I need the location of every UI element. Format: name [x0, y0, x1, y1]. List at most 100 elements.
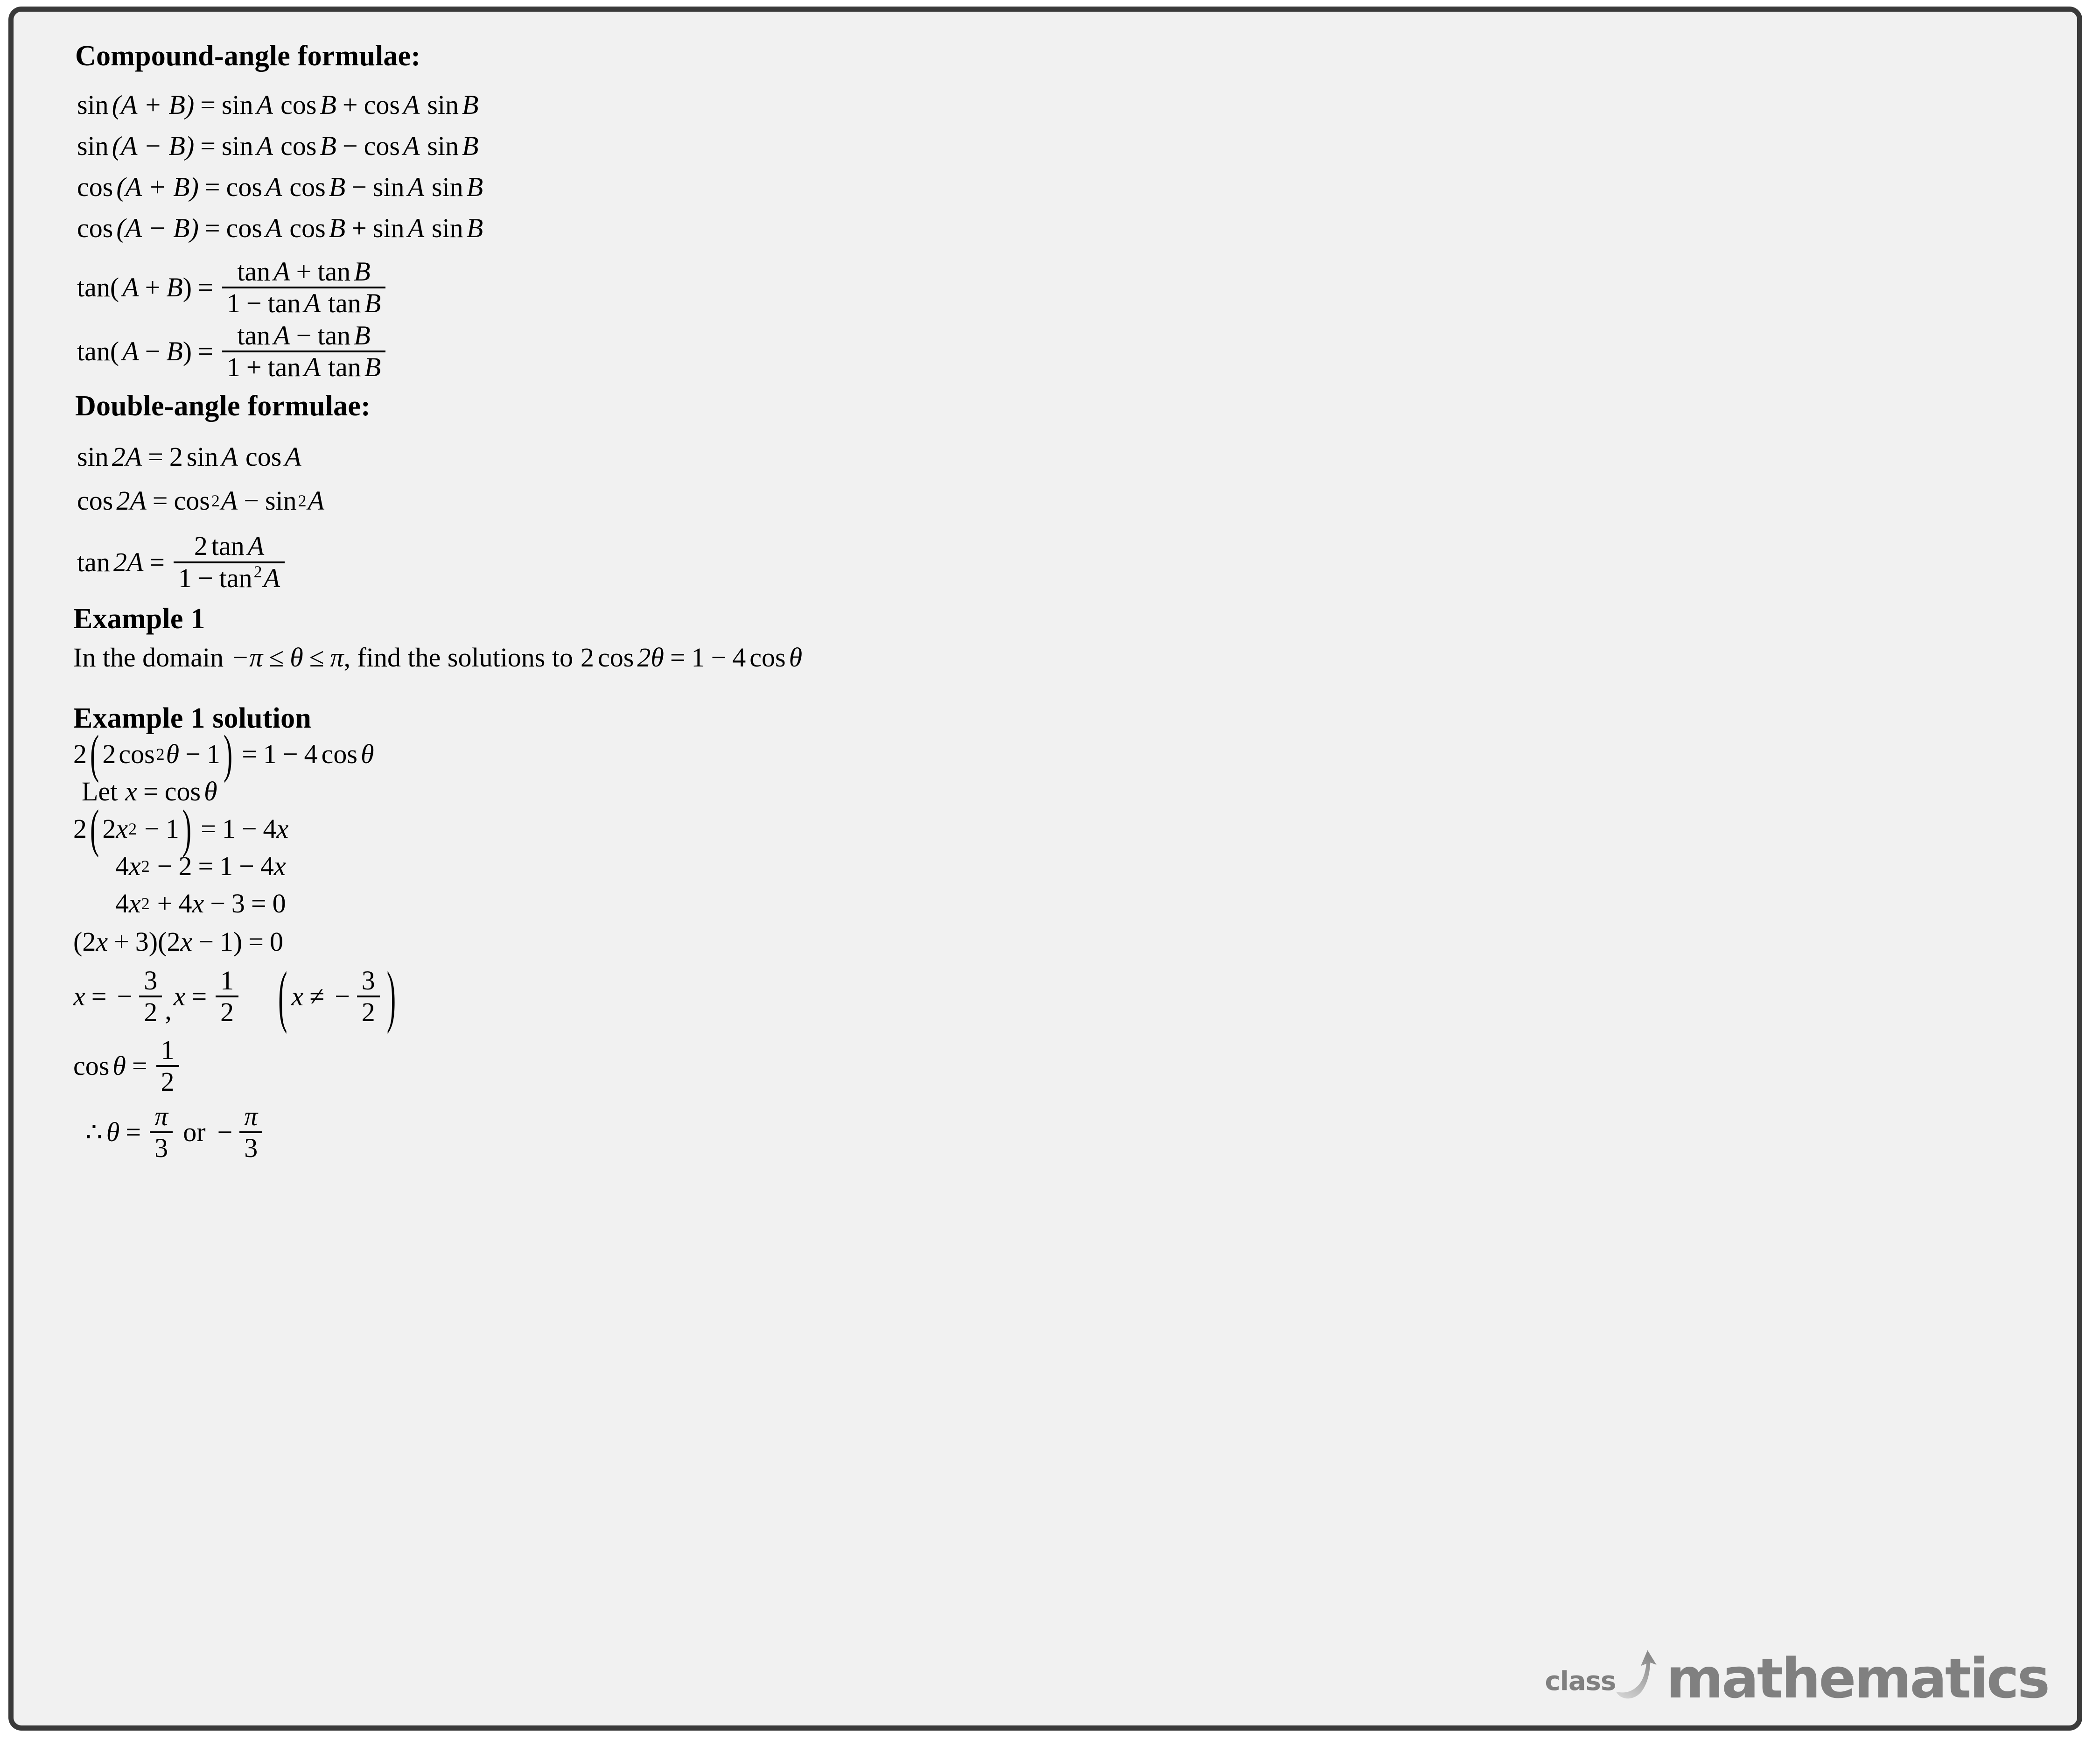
sign-1: +	[157, 888, 173, 919]
den-sign: −	[246, 288, 262, 319]
domain-lower: −π	[231, 642, 263, 673]
numerator: 1	[161, 1034, 175, 1065]
rhs-fn2: sin	[265, 485, 297, 516]
eq-equals: =	[670, 642, 686, 673]
formula-sin-a-minus-b: sin (A − B) = sin A cos B − cos A sin B	[77, 131, 479, 161]
eq-minus: −	[711, 642, 727, 673]
logo-class-text: class	[1545, 1666, 1617, 1697]
denominator: 2	[220, 997, 234, 1028]
rhs-coef: 4	[260, 850, 274, 881]
inner-sign: −	[185, 738, 201, 769]
denominator: 2	[361, 997, 375, 1028]
tan2a-fraction: 2 tan A 1− tan2A	[174, 532, 285, 592]
rhs-sign: −	[241, 813, 257, 844]
zero: 0	[272, 888, 286, 919]
negative-sign: −	[117, 981, 133, 1012]
inner-coefficient: 2	[102, 813, 116, 844]
sign: −	[157, 850, 173, 881]
rhs-sign: −	[342, 131, 358, 161]
variable: x	[129, 850, 141, 881]
eq-fn2: cos	[749, 642, 786, 673]
theta-var: θ	[106, 1117, 120, 1148]
rhs-fn1: cos	[174, 485, 210, 516]
domain-upper: π	[330, 642, 344, 673]
rhs-fn1: cos	[226, 172, 262, 202]
answer-1-fraction: π 3	[150, 1102, 173, 1163]
eq-coef2: 4	[732, 642, 746, 673]
solution-step-9: ∴ θ = π 3 or − π 3	[85, 1102, 2049, 1163]
rhs-one: 1	[219, 850, 233, 881]
num-sign: −	[296, 320, 312, 351]
coefficient: 4	[115, 888, 129, 919]
fraction-numerator: 2 tan A	[189, 532, 269, 561]
equals: =	[91, 981, 107, 1012]
rhs-fn2: cos	[280, 131, 317, 161]
domain-rel1: ≤	[269, 642, 284, 673]
rhs-arg4: B	[466, 172, 483, 202]
coefficient-2: 4	[178, 888, 192, 919]
rhs-sign: −	[282, 738, 298, 769]
fraction-numerator: tan A − tan B	[237, 320, 371, 351]
rhs-coef: 4	[304, 738, 318, 769]
outer-coefficient: 2	[73, 738, 87, 769]
fraction-denominator: 1 + tan Atan B	[226, 351, 381, 382]
open-paren: (	[90, 799, 99, 858]
question-prefix: In the domain	[73, 642, 224, 673]
formula-tan-a-minus-b: tan(A − B) = tan A − tan B 1 + tan Atan B	[77, 320, 2049, 382]
rhs-fn2: cos	[289, 172, 326, 202]
rhs-arg2: A	[308, 485, 325, 516]
not-equal-sign: ≠	[309, 981, 325, 1012]
rhs-arg4: B	[466, 213, 483, 243]
solution-steps: 2 ( 2 cos 2 θ − 1 ) = 1 − 4 cos θ Let x =	[73, 727, 2049, 1163]
equals: =	[251, 888, 266, 919]
rhs-fn4: sin	[432, 213, 463, 243]
rhs-sign: −	[351, 172, 367, 202]
double-angle-heading: Double-angle formulae:	[75, 390, 371, 422]
rhs-sign: −	[244, 485, 259, 516]
let-arg: θ	[204, 776, 217, 806]
sin-label: sin	[77, 131, 109, 161]
rhs-arg2: A	[285, 442, 301, 472]
rhs-arg1: A	[256, 131, 273, 161]
factor1-const: 3	[135, 926, 149, 957]
rhs-fn1: sin	[221, 131, 253, 161]
tan-lhs-text: A	[122, 272, 139, 303]
example-heading: Example 1	[73, 603, 205, 635]
num-arg: A	[247, 531, 265, 561]
formula-tan-a-plus-b: tan(A + B) = tan A + tan B 1− tan Atan B	[77, 256, 2049, 319]
sin-args: (A + B)	[112, 90, 195, 120]
inner-const: 1	[206, 738, 220, 769]
inner-sign: −	[144, 813, 160, 844]
equals: =	[248, 926, 264, 957]
tan-lhs-sign: −	[145, 336, 161, 366]
rhs-fn1: sin	[221, 90, 253, 120]
rhs-arg1: A	[221, 485, 238, 516]
worksheet-content: Compound-angle formulae: sin (A + B) = s…	[70, 30, 2049, 1163]
numerator: 3	[144, 965, 158, 996]
den-arg: A	[263, 562, 280, 593]
open-paren: (	[278, 957, 287, 1035]
tan-lhs: tan(A − B)	[77, 336, 192, 366]
rhs-arg1: A	[221, 442, 238, 472]
rhs-fn4: sin	[427, 90, 459, 120]
equals: =	[126, 1117, 141, 1148]
den-fn: tan	[219, 562, 252, 593]
den-one: 1	[178, 562, 192, 593]
tan2a-lhs: tan 2A	[77, 547, 144, 577]
rhs-fn3: sin	[372, 213, 405, 243]
classmathematics-logo: class mathematics	[1545, 1648, 2050, 1706]
rejected-root-fraction: 3 2	[357, 965, 380, 1028]
eq-coef1: 2	[581, 642, 594, 673]
num-coef: 2	[194, 531, 208, 561]
formula-cos-2a: cos 2A = cos 2 A − sin 2 A	[77, 485, 325, 516]
numerator: 3	[361, 965, 375, 996]
formula-sin-2a: sin 2A = 2 sin A cos A	[77, 442, 301, 472]
formula-cos-a-minus-b: cos (A − B) = cos A cos B + sin A sin B	[77, 213, 483, 243]
factor2-coef: 2	[167, 926, 181, 957]
factor1-var: x	[96, 926, 108, 957]
formula-tan-2a: tan 2A = 2 tan A 1− tan2A	[77, 532, 2049, 592]
cos-label: cos	[73, 1050, 110, 1081]
or-label: or	[183, 1117, 206, 1148]
num-sign: +	[296, 256, 312, 287]
close-paren: )	[223, 724, 233, 784]
